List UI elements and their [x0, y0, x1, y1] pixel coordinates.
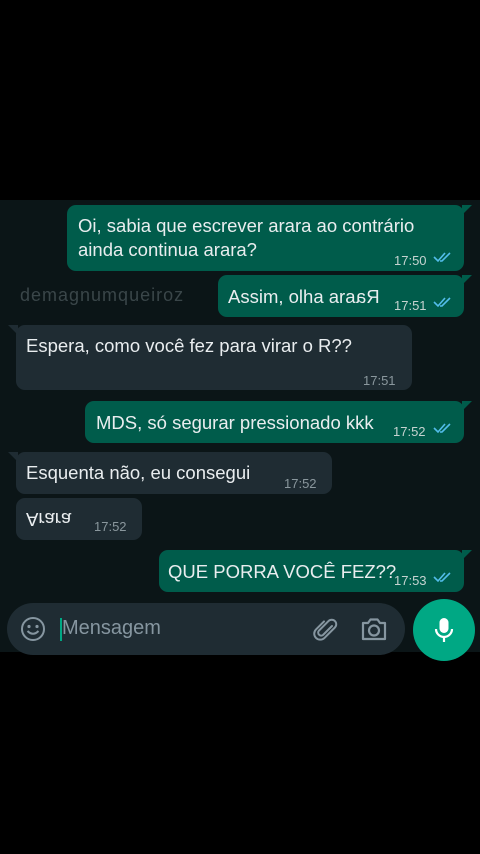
- message-time: 17:52: [94, 519, 127, 534]
- read-ticks-icon: [433, 297, 451, 308]
- message-time: 17:53: [394, 573, 427, 588]
- upside-down-text: Arara: [26, 509, 72, 530]
- message-input-bar[interactable]: Mensagem: [7, 603, 405, 655]
- message-incoming[interactable]: Espera, como você fez para virar o R?? 1…: [8, 325, 412, 390]
- message-text-line: ainda continua arara?: [78, 239, 257, 260]
- message-text: MDS, só segurar pressionado kkk: [96, 412, 374, 433]
- read-ticks-icon: [433, 423, 451, 434]
- chat-area: demagnumqueiroz Oi, sabia que escrever a…: [0, 200, 480, 652]
- message-outgoing[interactable]: QUE PORRA VOCÊ FEZ?? 17:53: [159, 550, 472, 592]
- message-input[interactable]: Mensagem: [62, 617, 161, 640]
- mic-button[interactable]: [413, 599, 475, 661]
- emoji-icon[interactable]: [20, 616, 46, 642]
- message-outgoing[interactable]: Assim, olha araRa 17:51: [218, 275, 472, 317]
- message-time: 17:50: [394, 253, 427, 268]
- message-outgoing[interactable]: MDS, só segurar pressionado kkk 17:52: [85, 401, 472, 443]
- message-time: 17:51: [363, 373, 396, 388]
- message-text: Assim, olha araRa: [228, 286, 380, 307]
- camera-icon[interactable]: [360, 616, 388, 642]
- mirrored-text: Ra: [355, 286, 380, 307]
- read-ticks-icon: [433, 252, 451, 263]
- read-ticks-icon: [433, 572, 451, 583]
- message-text: Espera, como você fez para virar o R??: [26, 335, 352, 356]
- message-text: Arara: [26, 508, 71, 531]
- message-text: QUE PORRA VOCÊ FEZ??: [168, 561, 397, 582]
- message-time: 17:52: [284, 476, 317, 491]
- message-incoming[interactable]: Esquenta não, eu consegui 17:52: [8, 452, 332, 494]
- message-text: Esquenta não, eu consegui: [26, 462, 251, 483]
- message-time: 17:51: [394, 298, 427, 313]
- message-incoming[interactable]: Arara 17:52: [16, 498, 142, 540]
- message-outgoing[interactable]: Oi, sabia que escrever arara ao contrári…: [67, 205, 472, 271]
- message-time: 17:52: [393, 424, 426, 439]
- message-text-line: Oi, sabia que escrever arara ao contrári…: [78, 215, 415, 236]
- watermark-text: demagnumqueiroz: [20, 285, 185, 305]
- mic-icon: [434, 618, 454, 642]
- paperclip-icon[interactable]: [312, 616, 340, 644]
